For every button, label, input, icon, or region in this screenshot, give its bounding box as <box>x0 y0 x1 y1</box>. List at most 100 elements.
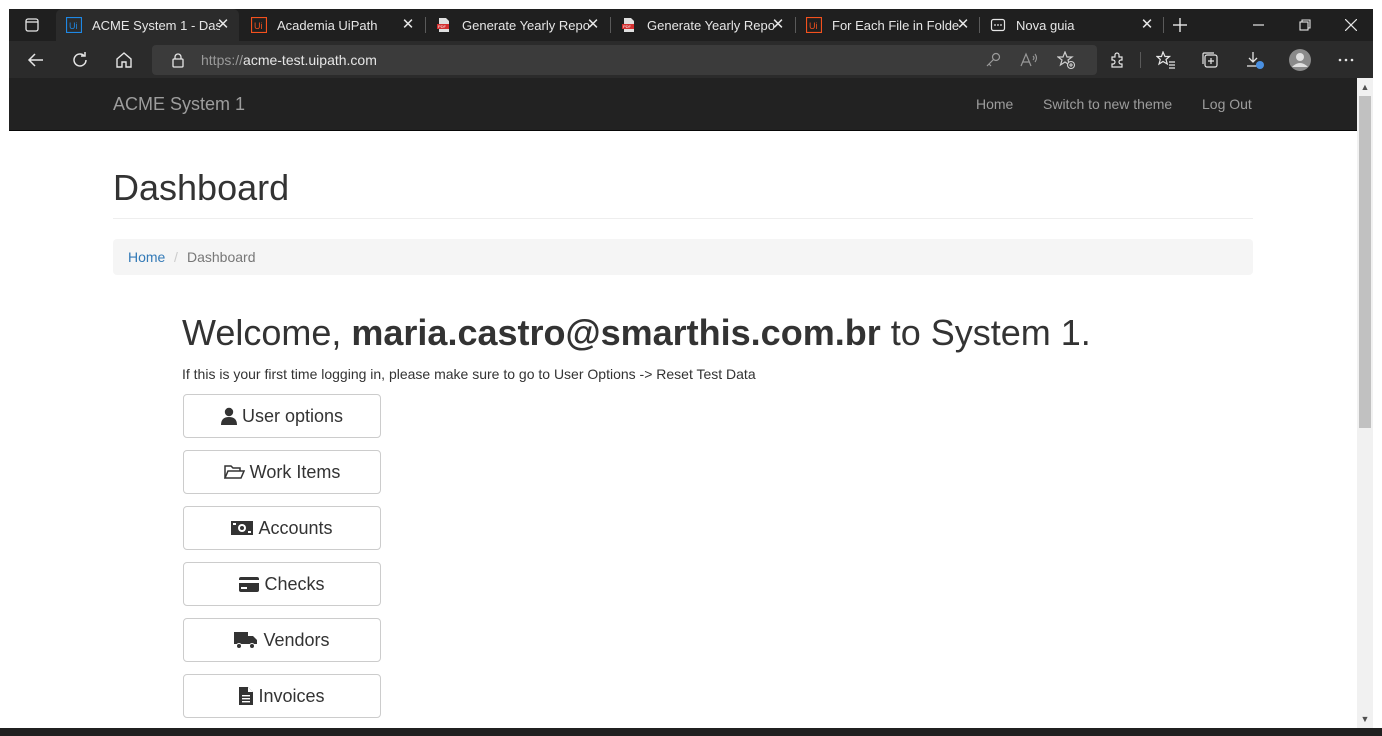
home-icon <box>116 52 132 68</box>
vendors-button[interactable]: Vendors <box>183 618 381 662</box>
breadcrumb-home-link[interactable]: Home <box>128 249 165 265</box>
url-host: acme-test.uipath.com <box>243 52 377 68</box>
close-icon[interactable]: ✕ <box>955 17 971 33</box>
restore-button[interactable] <box>1282 9 1328 41</box>
pdf-icon: PDF <box>437 18 449 32</box>
refresh-button[interactable] <box>65 45 95 75</box>
profile-button[interactable] <box>1285 45 1315 75</box>
accounts-button[interactable]: Accounts <box>183 506 381 550</box>
back-button[interactable] <box>21 45 51 75</box>
button-label: Accounts <box>258 517 333 538</box>
url-protocol: https:// <box>201 52 244 68</box>
favorites-icon <box>1156 51 1175 69</box>
arrow-left-icon <box>27 53 43 67</box>
collections-button[interactable] <box>1195 45 1225 75</box>
pdf-icon: PDF <box>622 18 634 32</box>
address-bar[interactable]: https://acme-test.uipath.com <box>152 45 1097 75</box>
uipath-icon: Ui <box>806 17 822 33</box>
extensions-button[interactable] <box>1103 45 1133 75</box>
file-text-icon <box>239 687 254 705</box>
close-icon <box>1345 19 1357 31</box>
add-favorite-icon[interactable] <box>1056 50 1076 70</box>
home-button[interactable] <box>109 45 139 75</box>
scroll-up-icon[interactable]: ▲ <box>1360 82 1370 92</box>
truck-icon <box>234 631 258 649</box>
svg-text:Ui: Ui <box>809 21 818 31</box>
svg-text:PDF: PDF <box>623 24 632 29</box>
settings-menu-button[interactable] <box>1331 45 1361 75</box>
browser-tab-acme-dashboard[interactable]: Ui ACME System 1 - Dashboard ✕ <box>56 9 239 41</box>
tab-title: Nova guia <box>1016 17 1075 33</box>
page-header: Dashboard <box>113 166 1253 219</box>
browser-tab-generate-yearly-report-1[interactable]: PDF Generate Yearly Report ✕ <box>426 9 609 41</box>
welcome-heading: Welcome, maria.castro@smarthis.com.br to… <box>182 312 1091 354</box>
lock-icon[interactable] <box>168 50 188 70</box>
more-icon <box>1338 58 1354 62</box>
puzzle-icon <box>1111 52 1123 68</box>
restore-icon <box>1299 19 1311 31</box>
nav-logout-link[interactable]: Log Out <box>1202 96 1252 112</box>
brand-link[interactable]: ACME System 1 <box>113 94 245 115</box>
download-icon <box>1247 52 1264 69</box>
button-label: Vendors <box>263 629 330 650</box>
browser-tab-generate-yearly-report-2[interactable]: PDF Generate Yearly Report ✕ <box>611 9 794 41</box>
close-icon[interactable]: ✕ <box>1139 17 1155 33</box>
browser-tab-academia-uipath[interactable]: Ui Academia UiPath ✕ <box>241 9 424 41</box>
plus-icon <box>1173 18 1187 32</box>
browser-tab-nova-guia[interactable]: Nova guia ✕ <box>980 9 1163 41</box>
tab-title: Generate Yearly Report <box>462 17 590 33</box>
button-label: Invoices <box>258 685 325 706</box>
first-login-hint: If this is your first time logging in, p… <box>182 366 756 382</box>
new-tab-icon <box>990 18 1006 32</box>
folder-open-icon <box>223 465 245 479</box>
uipath-icon: Ui <box>251 17 267 33</box>
tab-title: ACME System 1 - Dashboard <box>92 17 220 33</box>
breadcrumb-current: Dashboard <box>187 249 256 265</box>
browser-toolbar: https://acme-test.uipath.com <box>9 41 1373 78</box>
favorites-button[interactable] <box>1151 45 1181 75</box>
downloads-button[interactable] <box>1240 45 1270 75</box>
uipath-icon: Ui <box>66 17 82 33</box>
toolbar-separator <box>1140 52 1141 68</box>
close-icon[interactable]: ✕ <box>215 17 231 33</box>
button-label: Work Items <box>249 461 341 482</box>
key-icon[interactable] <box>983 50 1003 70</box>
minimize-icon <box>1253 24 1264 26</box>
new-tab-button[interactable] <box>1157 9 1203 41</box>
window-border-right <box>1373 0 1382 736</box>
welcome-prefix: Welcome, <box>182 312 352 353</box>
browser-tab-strip: Ui ACME System 1 - Dashboard ✕ Ui Academ… <box>9 9 1373 41</box>
user-options-button[interactable]: User options <box>183 394 381 438</box>
tab-title: Academia UiPath <box>277 17 378 33</box>
welcome-username: maria.castro@smarthis.com.br <box>351 312 881 353</box>
site-navbar: ACME System 1 Home Switch to new theme L… <box>9 78 1357 131</box>
work-items-button[interactable]: Work Items <box>183 450 381 494</box>
money-icon <box>231 521 254 535</box>
close-icon[interactable]: ✕ <box>585 17 601 33</box>
credit-card-icon <box>239 576 260 592</box>
scrollbar-thumb[interactable] <box>1359 96 1371 428</box>
browser-tab-for-each-file[interactable]: Ui For Each File in Folder ✕ <box>796 9 979 41</box>
scroll-down-icon[interactable]: ▼ <box>1360 714 1370 724</box>
minimize-button[interactable] <box>1236 9 1282 41</box>
collections-icon <box>1202 52 1218 68</box>
tab-actions-icon[interactable] <box>9 9 55 41</box>
close-window-button[interactable] <box>1328 9 1374 41</box>
page-scrollbar[interactable]: ▲ ▼ <box>1357 78 1373 728</box>
button-label: Checks <box>264 573 325 594</box>
url-text: https://acme-test.uipath.com <box>201 52 377 68</box>
os-taskbar <box>0 728 1382 736</box>
checks-button[interactable]: Checks <box>183 562 381 606</box>
nav-switch-theme-link[interactable]: Switch to new theme <box>1043 96 1172 112</box>
close-icon[interactable]: ✕ <box>400 17 416 33</box>
svg-text:PDF: PDF <box>438 24 447 29</box>
avatar-icon <box>1289 49 1311 71</box>
close-icon[interactable]: ✕ <box>770 17 786 33</box>
svg-text:Ui: Ui <box>69 21 78 31</box>
breadcrumb: Home / Dashboard <box>113 239 1253 275</box>
read-aloud-icon[interactable] <box>1019 50 1039 70</box>
user-icon <box>220 407 237 425</box>
page-title: Dashboard <box>113 167 290 208</box>
nav-home-link[interactable]: Home <box>976 96 1013 112</box>
invoices-button[interactable]: Invoices <box>183 674 381 718</box>
